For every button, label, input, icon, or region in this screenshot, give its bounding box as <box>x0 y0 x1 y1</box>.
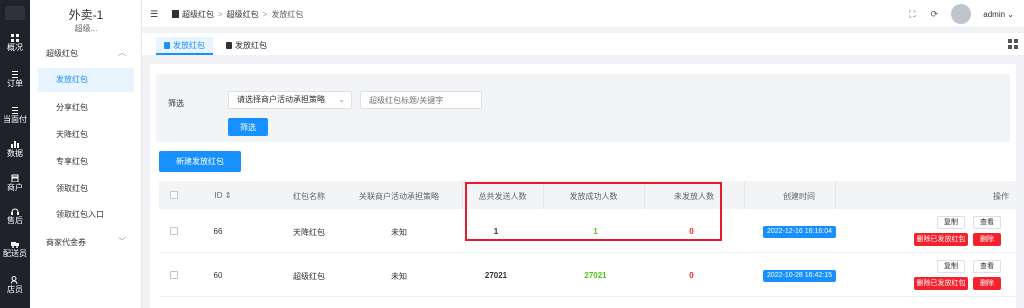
tab-label: 发放红包 <box>235 41 267 50</box>
refresh-icon[interactable]: ⟳ <box>929 9 939 19</box>
rail-item-staff[interactable]: 店员 <box>0 276 30 295</box>
rail-item-label: 售后 <box>7 216 23 225</box>
username: admin <box>983 9 1006 19</box>
main-rail: 概况 订单 当面付 数据 商户 售后 配送员 店员 <box>0 0 30 308</box>
view-button[interactable]: 查看 <box>973 260 1001 273</box>
tab-send-redpacket-active[interactable]: 发放红包 <box>156 37 213 55</box>
avatar[interactable] <box>951 4 972 24</box>
column-header-actions: 操作 <box>993 192 1009 201</box>
cell-policy: 未知 <box>391 272 407 281</box>
breadcrumb-item[interactable]: 超级红包 <box>227 10 259 19</box>
rail-item-label: 数据 <box>7 149 23 158</box>
column-header-id[interactable]: ID ⇕ <box>203 191 243 200</box>
chevron-down-icon: ﹀ <box>118 237 126 246</box>
list-icon <box>12 107 18 114</box>
sidebar-item-sky-redpacket[interactable]: 天降红包 <box>38 123 134 147</box>
row-checkbox[interactable] <box>170 227 178 235</box>
grid-icon <box>11 34 19 42</box>
list-icon <box>12 71 18 78</box>
cell-success: 27021 <box>584 271 607 280</box>
annotation-highlight-box <box>465 182 722 241</box>
column-header-policy: 关联商户活动承担策略 <box>359 192 439 201</box>
menu-group-coupons[interactable]: 商家代金券 <box>46 237 86 248</box>
delete-sent-button[interactable]: 删除已发放红包 <box>914 277 968 290</box>
document-icon <box>172 10 179 18</box>
tab-label: 发放红包 <box>173 41 205 50</box>
store-icon <box>11 174 19 182</box>
rail-item-orders[interactable]: 订单 <box>0 70 30 89</box>
rail-item-label: 订单 <box>7 79 23 88</box>
created-time-badge: 2022-12-16 16:16:04 <box>763 226 836 238</box>
created-time-badge: 2022-10-28 16:42:15 <box>763 270 836 282</box>
cell-total: 27021 <box>484 271 508 280</box>
keyword-input[interactable] <box>360 91 482 109</box>
menu-group-super-redpacket[interactable]: 超级红包 <box>46 48 78 59</box>
column-header-name: 红包名称 <box>293 192 325 201</box>
headset-icon <box>11 208 19 215</box>
cell-id: 60 <box>213 271 223 280</box>
rail-item-data[interactable]: 数据 <box>0 140 30 159</box>
app-logo <box>5 6 25 20</box>
store-subtitle: 超级... <box>74 24 98 33</box>
delete-button[interactable]: 删除 <box>973 277 1001 290</box>
rail-item-label: 概况 <box>7 43 23 52</box>
tab-send-redpacket[interactable]: 发放红包 <box>218 37 275 55</box>
top-bar: ☰ 超级红包 > 超级红包 > 发放红包 ⛶ ⟳ admin ⌄ <box>142 0 1024 28</box>
rail-item-label: 当面付 <box>3 115 27 124</box>
tabs-bar: 发放红包 发放红包 <box>142 33 1024 55</box>
sidebar-item-share-redpacket[interactable]: 分享红包 <box>38 96 134 120</box>
copy-button[interactable]: 复制 <box>937 216 965 229</box>
cell-id: 66 <box>213 227 223 236</box>
breadcrumb: 超级红包 > 超级红包 > 发放红包 <box>172 9 303 20</box>
rail-item-overview[interactable]: 概况 <box>0 34 30 53</box>
rail-item-face-pay[interactable]: 当面付 <box>0 106 30 125</box>
document-icon <box>164 42 170 49</box>
chevron-up-icon: ︿ <box>118 48 126 57</box>
policy-select-value: 请选择商户活动承担策略 <box>237 95 325 104</box>
rail-item-merchant[interactable]: 商户 <box>0 174 30 193</box>
rail-item-label: 配送员 <box>3 249 27 258</box>
filter-button[interactable]: 筛选 <box>228 118 268 136</box>
user-menu[interactable]: admin ⌄ <box>983 10 1014 19</box>
row-checkbox[interactable] <box>170 271 178 279</box>
view-button[interactable]: 查看 <box>973 216 1001 229</box>
sidebar-item-claim-entry[interactable]: 领取红包入口 <box>38 203 134 227</box>
delete-sent-button[interactable]: 删除已发放红包 <box>914 233 968 246</box>
sidebar-item-claim-redpacket[interactable]: 领取红包 <box>38 177 134 201</box>
chevron-down-icon: ⌄ <box>1005 9 1014 19</box>
new-redpacket-button[interactable]: 新建发放红包 <box>159 151 241 172</box>
policy-select[interactable]: 请选择商户活动承担策略 ⌄ <box>228 91 352 109</box>
document-icon <box>226 42 232 49</box>
truck-icon <box>11 242 19 248</box>
chevron-down-icon: ⌄ <box>338 95 345 104</box>
sort-icon[interactable]: ⇕ <box>225 191 232 200</box>
copy-button[interactable]: 复制 <box>937 260 965 273</box>
rail-item-after-sales[interactable]: 售后 <box>0 207 30 226</box>
cell-name: 天降红包 <box>293 228 325 237</box>
filter-panel: 筛选 请选择商户活动承担策略 ⌄ 筛选 <box>156 74 1010 142</box>
cell-policy: 未知 <box>391 228 407 237</box>
sub-sidebar: 外卖-1 超级... 超级红包 ︿ 发放红包 分享红包 天降红包 专享红包 领取… <box>30 0 142 308</box>
sidebar-item-send-redpacket[interactable]: 发放红包 <box>38 68 134 92</box>
store-name: 外卖-1 <box>68 8 104 22</box>
cell-unsent: 0 <box>689 271 694 280</box>
cell-name: 超级红包 <box>293 272 325 281</box>
breadcrumb-current: 发放红包 <box>271 10 304 19</box>
column-header-created: 创建时间 <box>783 192 815 201</box>
sidebar-item-exclusive-redpacket[interactable]: 专享红包 <box>38 150 134 174</box>
rail-item-label: 店员 <box>7 285 23 294</box>
rail-item-label: 商户 <box>7 183 23 192</box>
table-row: 60 超级红包 未知 27021 27021 0 2022-10-28 16:4… <box>159 253 1016 297</box>
fullscreen-icon[interactable]: ⛶ <box>907 9 917 19</box>
apps-icon[interactable] <box>1008 39 1018 49</box>
rail-item-courier[interactable]: 配送员 <box>0 240 30 259</box>
menu-collapse-icon[interactable]: ☰ <box>150 9 158 20</box>
users-icon <box>11 276 18 284</box>
chart-icon <box>11 141 19 148</box>
breadcrumb-item[interactable]: 超级红包 <box>182 10 214 19</box>
delete-button[interactable]: 删除 <box>973 233 1001 246</box>
select-all-checkbox[interactable] <box>170 191 178 199</box>
filter-label: 筛选 <box>168 99 184 108</box>
